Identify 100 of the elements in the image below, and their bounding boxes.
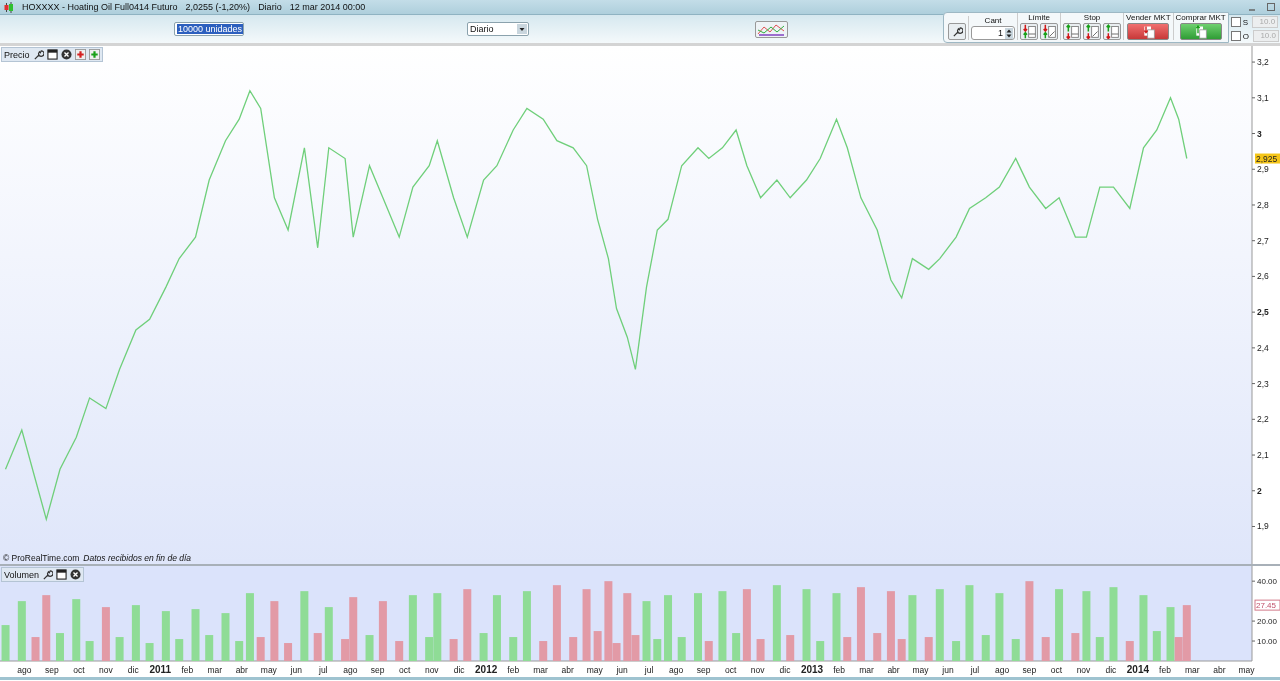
candlestick-icon [4, 1, 14, 13]
axis-label: jul [644, 665, 654, 675]
volume-bar [694, 593, 702, 661]
y-tick-label: 2,3 [1257, 378, 1270, 389]
document-arrow-icon [1193, 24, 1209, 39]
line-chart-icon [757, 22, 786, 36]
volume-bar [101, 607, 110, 661]
window-icon[interactable] [56, 569, 68, 580]
volume-bar [463, 589, 472, 661]
axis-tick: 2,8 [1251, 199, 1269, 210]
maximize-icon[interactable] [1266, 2, 1276, 12]
volume-bar [995, 593, 1004, 661]
plus-icon[interactable] [74, 49, 86, 60]
axis-label: ago [669, 665, 684, 675]
axis-label: abr [1213, 665, 1226, 675]
volume-bar [31, 637, 40, 661]
axis-label: feb [507, 665, 520, 675]
axis-label: ago [17, 665, 32, 675]
stop-order-button[interactable] [1083, 23, 1102, 40]
order-icon [1104, 24, 1120, 39]
axis-tick: 3 [1251, 128, 1262, 139]
limit-label: Límite [1028, 13, 1050, 22]
axis-label: abr [235, 665, 248, 675]
quantity-dropdown[interactable]: 10000 unidades [174, 22, 244, 36]
axis-tick: 3,2 [1251, 57, 1269, 68]
chart-style-button[interactable] [755, 20, 788, 38]
axis-label: 2014 [1126, 664, 1150, 675]
volume-bar [395, 641, 404, 661]
settings-button[interactable] [948, 23, 967, 40]
volume-bar [718, 591, 727, 661]
quantity-spinner[interactable]: 1 [971, 26, 1016, 40]
window-title: HOXXXX - Hoating Oil Full0414 Futuro [22, 2, 178, 12]
axis-label: 2012 [475, 664, 498, 675]
caret-icon [517, 24, 527, 34]
volume-bar [492, 595, 501, 661]
wrench-icon[interactable] [42, 569, 54, 580]
y-tick-label: 2,2 [1257, 414, 1270, 425]
volume-bar [17, 601, 26, 661]
limit-order-button[interactable] [1020, 23, 1039, 40]
y-tick-label: 2,7 [1257, 235, 1270, 246]
axis-label: oct [724, 665, 737, 675]
volume-bar [324, 607, 333, 661]
volume-bar [935, 589, 944, 661]
volume-bar [205, 635, 214, 661]
volume-bar [313, 633, 322, 661]
volume-bar [873, 633, 882, 661]
axis-tick: 2,6 [1251, 271, 1269, 282]
axis-tick: 2,7 [1251, 235, 1269, 246]
last-volume-badge: 27.45 [1254, 599, 1280, 611]
order-icon [1084, 24, 1100, 39]
volume-bar [449, 639, 458, 661]
volume-bar [145, 643, 154, 661]
volume-bar [378, 601, 387, 661]
volume-bar [1139, 595, 1148, 661]
y-tick-label: 2,5 [1257, 307, 1270, 318]
datetime-text: 12 mar 2014 00:00 [289, 2, 366, 12]
axis-label: mar [207, 665, 223, 675]
wrench-icon[interactable] [951, 26, 963, 37]
stop-order-button[interactable] [1103, 23, 1122, 40]
volume-bar [365, 635, 374, 661]
period-dropdown[interactable]: Diario [467, 22, 529, 36]
volume-bar [1041, 637, 1050, 661]
order-icon [1064, 24, 1080, 39]
wrench-icon[interactable] [32, 49, 44, 60]
plus-icon[interactable] [88, 49, 100, 60]
axis-label: dic [127, 665, 139, 675]
axis-label: jul [319, 665, 328, 675]
volume-bar [843, 637, 852, 661]
axis-label: oct [399, 665, 411, 675]
axis-label: oct [73, 665, 85, 675]
window-icon[interactable] [46, 49, 58, 60]
close-icon[interactable] [70, 569, 82, 580]
axis-label: sep [44, 665, 59, 675]
volume-bar [191, 609, 200, 661]
volume-bar [408, 595, 417, 661]
buy-button[interactable] [1179, 23, 1222, 40]
y-tick-label: 2,4 [1257, 342, 1270, 353]
axis-label: jul [970, 665, 980, 675]
axis-tick: 2,4 [1251, 342, 1269, 353]
volume-bar [816, 641, 825, 661]
spinner-arrows-icon[interactable] [1005, 27, 1014, 39]
axis-tick: 2,5 [1251, 307, 1269, 318]
volume-bar [1095, 637, 1104, 661]
axis-label: may [912, 665, 929, 675]
limit-order-button[interactable] [1040, 23, 1059, 40]
quantity-label: Cant [984, 16, 1002, 25]
close-icon[interactable] [60, 49, 72, 60]
volume-bar [131, 605, 140, 661]
checkbox-label: O [1242, 31, 1249, 41]
volume-bar [664, 595, 672, 661]
axis-label: jun [942, 665, 954, 675]
volume-bar [886, 591, 895, 661]
axis-label: ago [994, 665, 1010, 675]
stop-order-button[interactable] [1063, 23, 1082, 40]
order-icon [1021, 24, 1037, 39]
volume-bar [897, 639, 906, 661]
axis-label: 2011 [149, 664, 172, 675]
sell-button[interactable] [1127, 23, 1170, 40]
quote-text: 2,0255 (-1,20%) [185, 2, 251, 12]
y-tick-label: 40.00 [1257, 577, 1278, 587]
